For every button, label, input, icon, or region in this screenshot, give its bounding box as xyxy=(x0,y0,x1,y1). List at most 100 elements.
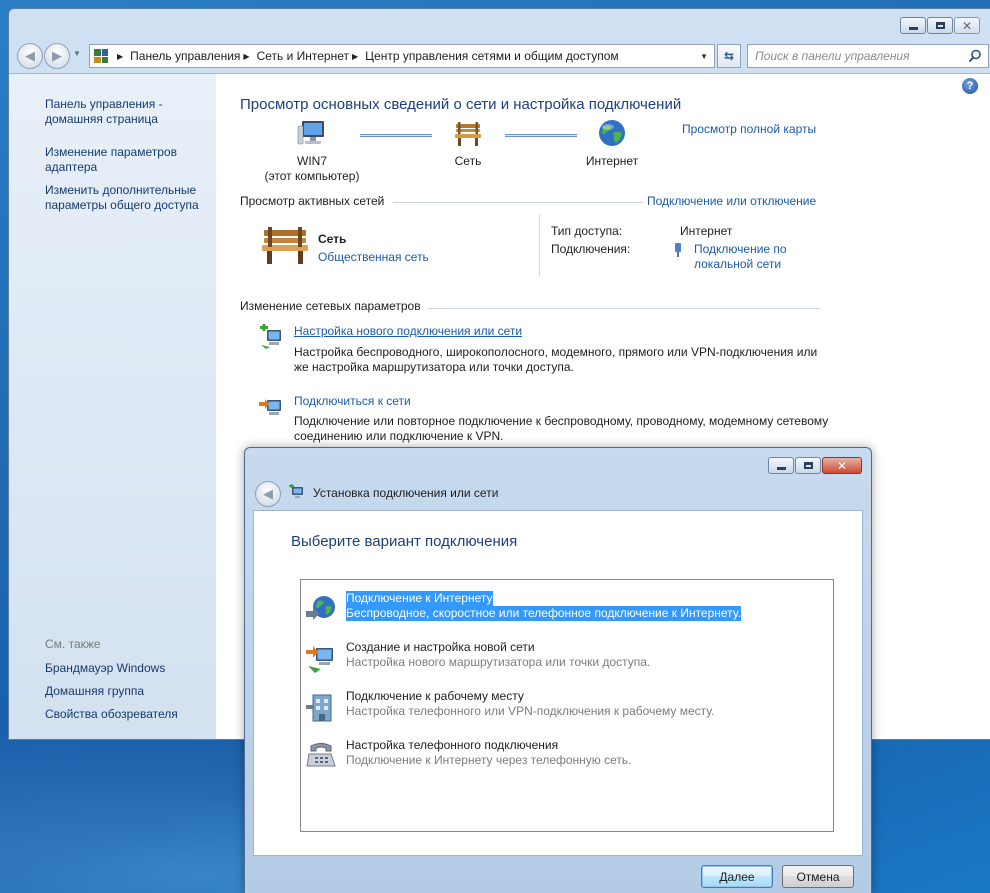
option-new-network[interactable]: Создание и настройка новой сети Настройк… xyxy=(305,640,825,678)
arrow-left-icon: ◀ xyxy=(25,48,35,63)
search-icon[interactable] xyxy=(968,49,982,63)
chevron-right-icon[interactable]: ▶ xyxy=(117,52,123,61)
chevron-right-icon[interactable]: ▶ xyxy=(243,52,249,61)
arrow-left-icon: ◀ xyxy=(263,486,273,501)
full-map-link[interactable]: Просмотр полной карты xyxy=(682,122,816,136)
dialog-window-controls: ✕ xyxy=(768,457,862,474)
maximize-button[interactable] xyxy=(927,17,953,34)
minimize-icon xyxy=(776,466,786,470)
active-networks-heading: Просмотр активных сетей xyxy=(240,194,385,208)
title-bar[interactable]: ✕ xyxy=(9,9,990,41)
section-divider xyxy=(428,308,820,309)
minimize-button[interactable] xyxy=(900,17,926,34)
control-panel-icon xyxy=(94,49,108,63)
dialog-maximize-button[interactable] xyxy=(795,457,821,474)
new-connection-icon xyxy=(260,324,281,349)
connect-network-icon xyxy=(259,399,281,415)
globe-connect-icon xyxy=(306,596,335,620)
see-also-label: См. также xyxy=(45,637,101,651)
task-new-connection-link[interactable]: Настройка нового подключения или сети xyxy=(294,324,522,338)
navigation-bar: ◀ ▶ ▼ ▶ Панель управления ▶ Сеть и Интер… xyxy=(17,43,989,69)
new-network-icon xyxy=(306,646,333,673)
page-title: Просмотр основных сведений о сети и наст… xyxy=(240,96,682,113)
change-settings-heading: Изменение сетевых параметров xyxy=(240,299,421,313)
option-workplace-desc: Настройка телефонного или VPN-подключени… xyxy=(346,704,715,718)
sidebar-link-adapter-settings[interactable]: Изменение параметров адаптера xyxy=(45,145,215,175)
section-divider xyxy=(393,202,643,203)
network-type-link[interactable]: Общественная сеть xyxy=(318,250,429,264)
close-icon: ✕ xyxy=(836,458,848,473)
computer-note: (этот компьютер) xyxy=(264,169,360,183)
task-connect-network-desc: Подключение или повторное подключение к … xyxy=(294,414,829,443)
bench-icon xyxy=(455,122,481,146)
arrow-right-icon: ▶ xyxy=(52,48,62,63)
refresh-icon: ⇆ xyxy=(723,49,735,63)
chevron-right-icon[interactable]: ▶ xyxy=(352,52,358,61)
back-button[interactable]: ◀ xyxy=(17,43,43,69)
sidebar-link-browser-properties[interactable]: Свойства обозревателя xyxy=(45,707,215,722)
task-connect-network-link[interactable]: Подключиться к сети xyxy=(294,394,411,408)
option-internet-title: Подключение к Интернету xyxy=(346,591,493,606)
cancel-button[interactable]: Отмена xyxy=(782,865,854,888)
dialog-title: Установка подключения или сети xyxy=(313,486,499,500)
option-dialup[interactable]: Настройка телефонного подключения Подклю… xyxy=(305,738,825,776)
sidebar: Панель управления - домашняя страница Из… xyxy=(9,74,216,739)
sidebar-link-home[interactable]: Панель управления - домашняя страница xyxy=(45,97,215,127)
close-button[interactable]: ✕ xyxy=(954,17,980,34)
map-computer[interactable]: WIN7 (этот компьютер) xyxy=(252,118,372,184)
next-button[interactable]: Далее xyxy=(701,865,773,888)
dialog-minimize-button[interactable] xyxy=(768,457,794,474)
workplace-icon xyxy=(306,694,332,722)
wizard-back-button[interactable]: ◀ xyxy=(255,481,281,507)
connections-label: Подключения: xyxy=(551,242,631,256)
breadcrumb-network-internet[interactable]: Сеть и Интернет xyxy=(257,49,349,63)
computer-icon xyxy=(297,121,324,145)
map-network[interactable]: Сеть xyxy=(428,118,508,169)
access-type-label: Тип доступа: xyxy=(551,224,623,238)
search-box xyxy=(747,44,989,68)
maximize-icon xyxy=(803,462,813,469)
network-setup-icon xyxy=(289,484,303,498)
map-connector xyxy=(505,134,577,137)
dialog-footer: Далее Отмена xyxy=(245,856,871,893)
map-internet[interactable]: Интернет xyxy=(572,118,652,169)
maximize-icon xyxy=(935,22,945,29)
dialog-close-button[interactable]: ✕ xyxy=(822,457,862,474)
sidebar-link-sharing-settings[interactable]: Изменить дополнительные параметры общего… xyxy=(45,183,215,213)
wizard-heading: Выберите вариант подключения xyxy=(291,533,518,550)
option-internet[interactable]: Подключение к Интернету Беспроводное, ск… xyxy=(305,591,825,629)
network-label: Сеть xyxy=(454,154,482,168)
task-new-connection-desc: Настройка беспроводного, широкополосного… xyxy=(294,345,818,374)
option-dialup-title: Настройка телефонного подключения xyxy=(346,738,559,752)
option-new-network-title: Создание и настройка новой сети xyxy=(346,640,535,654)
option-new-network-desc: Настройка нового маршрутизатора или точк… xyxy=(346,655,651,669)
access-type-value: Интернет xyxy=(680,224,733,238)
computer-name: WIN7 xyxy=(297,154,327,168)
connect-disconnect-link[interactable]: Подключение или отключение xyxy=(647,194,816,208)
option-workplace-title: Подключение к рабочему месту xyxy=(346,689,524,703)
recent-pages-dropdown[interactable]: ▼ xyxy=(73,49,81,58)
connection-options-list: Подключение к Интернету Беспроводное, ск… xyxy=(300,579,834,832)
breadcrumb-control-panel[interactable]: Панель управления xyxy=(130,49,240,63)
help-icon[interactable]: ? xyxy=(962,78,978,94)
vertical-divider xyxy=(539,214,540,276)
address-bar[interactable]: ▶ Панель управления ▶ Сеть и Интернет ▶ … xyxy=(89,44,715,68)
lan-connection-link[interactable]: Подключение по локальной сети xyxy=(680,242,800,272)
breadcrumb-network-center[interactable]: Центр управления сетями и общим доступом xyxy=(365,49,619,63)
refresh-button[interactable]: ⇆ xyxy=(717,44,741,68)
map-connector xyxy=(360,134,432,137)
internet-label: Интернет xyxy=(585,154,639,168)
globe-icon xyxy=(599,120,625,146)
forward-button[interactable]: ▶ xyxy=(44,43,70,69)
connection-wizard-dialog: ✕ ◀ Установка подключения или сети Выбер… xyxy=(244,447,872,893)
network-name: Сеть xyxy=(318,232,347,246)
minimize-icon xyxy=(908,26,918,30)
option-internet-desc: Беспроводное, скоростное или телефонное … xyxy=(346,606,741,621)
bench-network-icon xyxy=(262,227,308,264)
search-input[interactable] xyxy=(755,49,965,63)
dialog-body: Выберите вариант подключения Подключение… xyxy=(253,510,863,856)
option-workplace[interactable]: Подключение к рабочему месту Настройка т… xyxy=(305,689,825,727)
sidebar-link-homegroup[interactable]: Домашняя группа xyxy=(45,684,215,699)
sidebar-link-firewall[interactable]: Брандмауэр Windows xyxy=(45,661,215,676)
address-dropdown-icon[interactable]: ▼ xyxy=(700,52,708,61)
